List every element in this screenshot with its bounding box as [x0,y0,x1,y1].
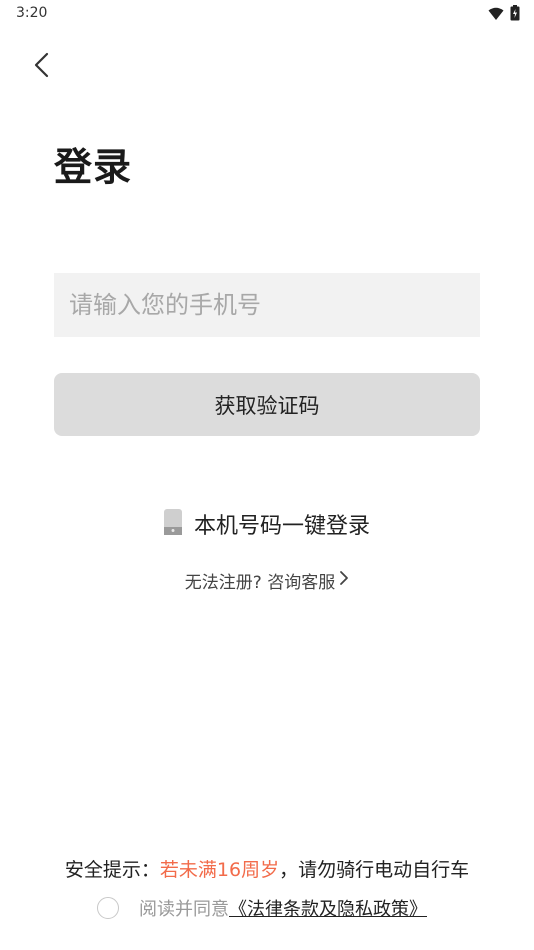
get-code-button[interactable]: 获取验证码 [54,373,480,436]
phone-input-container [54,273,480,337]
customer-service-label: 无法注册? 咨询客服 [184,573,336,593]
page-title: 登录 [54,145,133,189]
agree-checkbox[interactable] [97,897,119,919]
battery-icon [510,5,520,25]
agree-text: 阅读并同意 [139,899,229,920]
one-click-login-label: 本机号码一键登录 [193,514,370,539]
status-time: 3:20 [16,5,48,21]
phone-icon [163,509,182,539]
phone-input[interactable] [54,273,480,337]
status-bar: 3:20 [0,0,534,28]
chevron-right-icon [339,570,349,591]
status-icons [488,5,520,25]
safety-tip-prefix: 安全提示： [64,859,160,881]
safety-tip-highlight: 若未满16周岁 [159,859,280,881]
chevron-left-icon [28,52,58,84]
customer-service-link[interactable]: 无法注册? 咨询客服 [0,568,534,593]
one-click-login-button[interactable]: 本机号码一键登录 [0,508,534,540]
safety-tip-suffix: ，请勿骑行电动自行车 [279,859,470,881]
agreement-row: 阅读并同意 《法律条款及隐私政策》 [97,895,427,921]
safety-tip: 安全提示：若未满16周岁，请勿骑行电动自行车 [0,855,534,882]
policy-link[interactable]: 《法律条款及隐私政策》 [229,895,427,921]
wifi-icon [488,6,504,25]
back-button[interactable] [28,50,58,80]
